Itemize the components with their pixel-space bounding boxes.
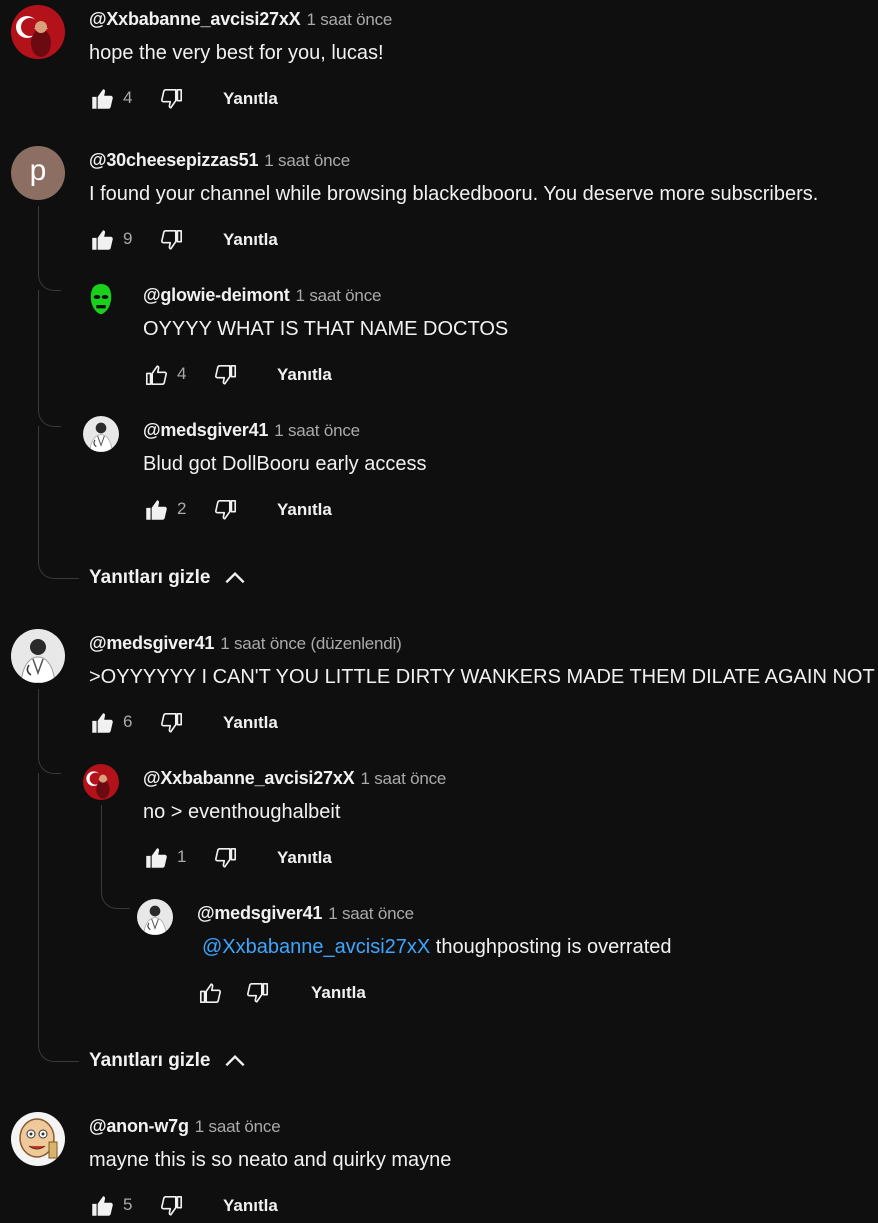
- author-name[interactable]: @anon-w7g: [89, 1116, 189, 1136]
- thread-connector: [38, 272, 61, 291]
- reply-text: no > eventhoughalbeit: [143, 801, 341, 823]
- chevron-up-icon: [222, 565, 248, 591]
- cartoon-face-avatar-icon: [11, 1112, 65, 1166]
- comment-text: hope the very best for you, lucas!: [89, 42, 384, 64]
- comment-time[interactable]: 1 saat önce: [264, 151, 350, 170]
- comment-time[interactable]: 1 saat önce: [360, 769, 446, 788]
- reply-text: Blud got DollBooru early access: [143, 453, 427, 475]
- dislike-icon[interactable]: [159, 227, 185, 253]
- reply-button[interactable]: Yanıtla: [277, 848, 332, 868]
- hide-replies-button[interactable]: Yanıtları gizle: [89, 1048, 248, 1074]
- comment-text: mayne this is so neato and quirky mayne: [89, 1149, 452, 1171]
- author-name[interactable]: @Xxbabanne_avcisi27xX: [89, 9, 301, 29]
- reply-author[interactable]: @Xxbabanne_avcisi27xX 1 saat önce: [143, 768, 446, 789]
- reply-button[interactable]: Yanıtla: [223, 89, 278, 109]
- reply-button[interactable]: Yanıtla: [223, 1196, 278, 1216]
- reply-text: @Xxbabanne_avcisi27xX thoughposting is o…: [202, 936, 672, 959]
- reply-button[interactable]: Yanıtla: [223, 713, 278, 733]
- thread-connector: [101, 890, 130, 909]
- dislike-icon[interactable]: [159, 1193, 185, 1219]
- comment-text: I found your channel while browsing blac…: [89, 183, 819, 205]
- like-count: 9: [123, 229, 133, 248]
- like-icon[interactable]: [197, 980, 223, 1006]
- comment-author[interactable]: @medsgiver41 1 saat önce (düzenlendi): [89, 633, 402, 654]
- comment-time[interactable]: 1 saat önce (düzenlendi): [220, 634, 402, 653]
- reply-button[interactable]: Yanıtla: [223, 230, 278, 250]
- comment-time[interactable]: 1 saat önce: [328, 904, 414, 923]
- author-name[interactable]: @glowie-deimont: [143, 285, 290, 305]
- chevron-up-icon: [222, 1048, 248, 1074]
- comment-time[interactable]: 1 saat önce: [296, 286, 382, 305]
- avatar[interactable]: [11, 5, 65, 59]
- avatar[interactable]: [83, 281, 119, 317]
- hide-replies-label: Yanıtları gizle: [89, 567, 211, 589]
- like-count: 6: [123, 712, 133, 731]
- author-name[interactable]: @30cheesepizzas51: [89, 150, 258, 170]
- reply-author[interactable]: @medsgiver41 1 saat önce: [197, 903, 414, 924]
- mention-link[interactable]: @Xxbabanne_avcisi27xX: [202, 936, 430, 958]
- dislike-icon[interactable]: [213, 362, 239, 388]
- author-name[interactable]: @medsgiver41: [197, 903, 322, 923]
- like-icon[interactable]: [89, 227, 115, 253]
- thread-connector: [38, 755, 61, 774]
- comment-author[interactable]: @anon-w7g 1 saat önce: [89, 1116, 281, 1137]
- comment-time[interactable]: 1 saat önce: [306, 10, 392, 29]
- author-name[interactable]: @Xxbabanne_avcisi27xX: [143, 768, 355, 788]
- author-name[interactable]: @medsgiver41: [143, 420, 268, 440]
- avatar[interactable]: [83, 416, 119, 452]
- thread-line: [38, 290, 39, 408]
- thread-line: [38, 426, 39, 560]
- turkish-flag-avatar-icon: [83, 764, 119, 800]
- like-count: 2: [177, 499, 187, 518]
- doctor-avatar-icon: [83, 416, 119, 452]
- thread-line: [38, 773, 39, 1043]
- like-icon[interactable]: [143, 845, 169, 871]
- avatar[interactable]: [137, 899, 173, 935]
- avatar[interactable]: [83, 764, 119, 800]
- author-name[interactable]: @medsgiver41: [89, 633, 214, 653]
- like-icon[interactable]: [143, 362, 169, 388]
- like-count: 4: [123, 88, 133, 107]
- reply-author[interactable]: @medsgiver41 1 saat önce: [143, 420, 360, 441]
- thread-connector: [38, 408, 61, 427]
- dislike-icon[interactable]: [213, 497, 239, 523]
- like-icon[interactable]: [89, 1193, 115, 1219]
- comment-time[interactable]: 1 saat önce: [195, 1117, 281, 1136]
- like-icon[interactable]: [89, 710, 115, 736]
- comment-text: >OYYYYYY I CAN'T YOU LITTLE DIRTY WANKER…: [89, 666, 878, 688]
- reply-author[interactable]: @glowie-deimont 1 saat önce: [143, 285, 381, 306]
- reply-button[interactable]: Yanıtla: [311, 983, 366, 1003]
- avatar-letter: p: [29, 154, 47, 187]
- reply-button[interactable]: Yanıtla: [277, 365, 332, 385]
- green-mask-avatar-icon: [83, 281, 119, 317]
- comment-author[interactable]: @30cheesepizzas51 1 saat önce: [89, 150, 350, 171]
- doctor-avatar-icon: [11, 629, 65, 683]
- like-icon[interactable]: [89, 86, 115, 112]
- avatar[interactable]: [11, 629, 65, 683]
- reply-text: OYYYY WHAT IS THAT NAME DOCTOS: [143, 318, 509, 340]
- thread-connector: [38, 1043, 79, 1062]
- thread-line: [101, 805, 102, 890]
- dislike-icon[interactable]: [159, 86, 185, 112]
- dislike-icon[interactable]: [245, 980, 271, 1006]
- reply-body: thoughposting is overrated: [430, 936, 672, 958]
- like-count: 4: [177, 364, 187, 383]
- like-icon[interactable]: [143, 497, 169, 523]
- thread-connector: [38, 560, 79, 579]
- thread-line: [38, 689, 39, 755]
- comment-time[interactable]: 1 saat önce: [274, 421, 360, 440]
- avatar[interactable]: p: [11, 146, 65, 200]
- doctor-avatar-icon: [137, 899, 173, 935]
- comment-author[interactable]: @Xxbabanne_avcisi27xX 1 saat önce: [89, 9, 392, 30]
- thread-line: [38, 206, 39, 272]
- avatar[interactable]: [11, 1112, 65, 1166]
- hide-replies-button[interactable]: Yanıtları gizle: [89, 565, 248, 591]
- turkish-flag-avatar-icon: [11, 5, 65, 59]
- like-count: 5: [123, 1195, 133, 1214]
- dislike-icon[interactable]: [213, 845, 239, 871]
- like-count: 1: [177, 847, 187, 866]
- reply-button[interactable]: Yanıtla: [277, 500, 332, 520]
- dislike-icon[interactable]: [159, 710, 185, 736]
- hide-replies-label: Yanıtları gizle: [89, 1050, 211, 1072]
